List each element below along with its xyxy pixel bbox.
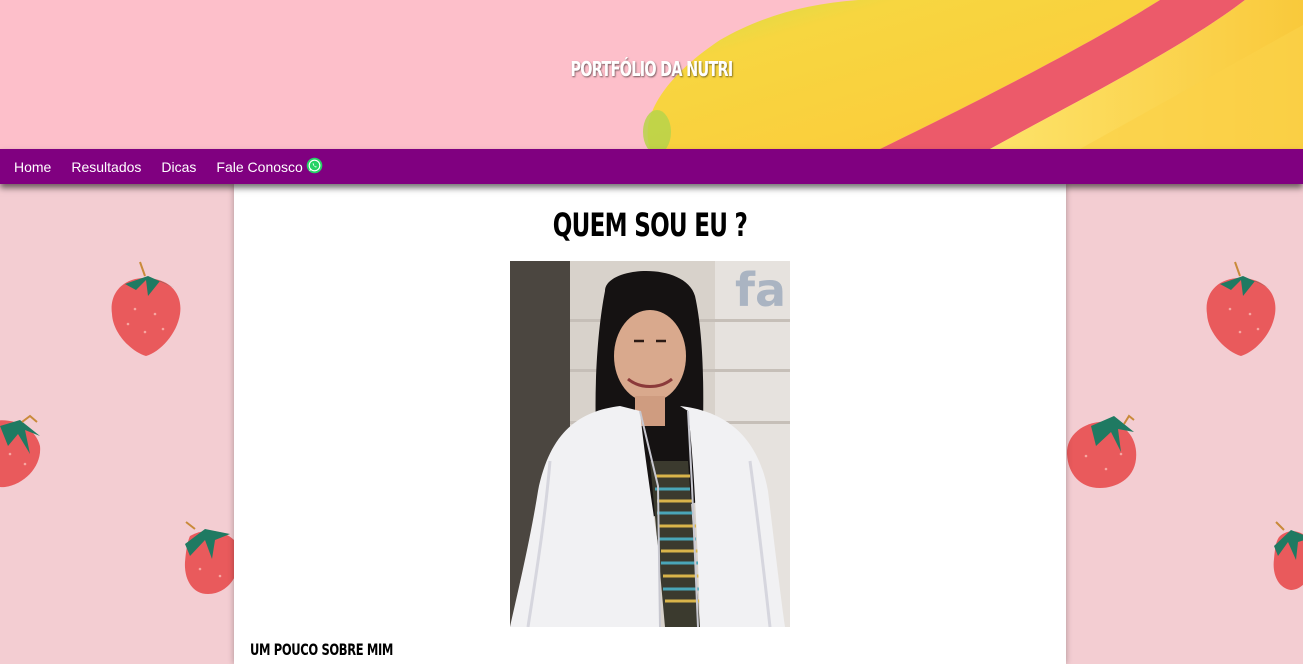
main-content: QUEM SOU EU ? fa UM POUCO SOBRE MIM — [234, 184, 1066, 664]
navbar: Home Resultados Dicas Fale Conosco — [0, 149, 1303, 184]
left-strawberry-background — [0, 184, 234, 664]
page-title: QUEM SOU EU ? — [552, 206, 748, 244]
svg-text:fa: fa — [735, 263, 786, 317]
nav-resultados-link[interactable]: Resultados — [71, 159, 141, 175]
nav-menu: Home Resultados Dicas Fale Conosco — [14, 149, 323, 184]
nav-home-link[interactable]: Home — [14, 159, 51, 175]
nav-dicas-link[interactable]: Dicas — [161, 159, 196, 175]
profile-photo: fa — [510, 261, 790, 627]
nav-fale-conosco-link[interactable]: Fale Conosco — [216, 159, 302, 175]
site-title: PORTFÓLIO DA NUTRI — [570, 57, 733, 81]
header-banner: PORTFÓLIO DA NUTRI — [0, 0, 1303, 149]
section-subtitle: UM POUCO SOBRE MIM — [250, 640, 394, 659]
whatsapp-icon[interactable] — [306, 157, 323, 174]
right-strawberry-background — [1066, 184, 1303, 664]
